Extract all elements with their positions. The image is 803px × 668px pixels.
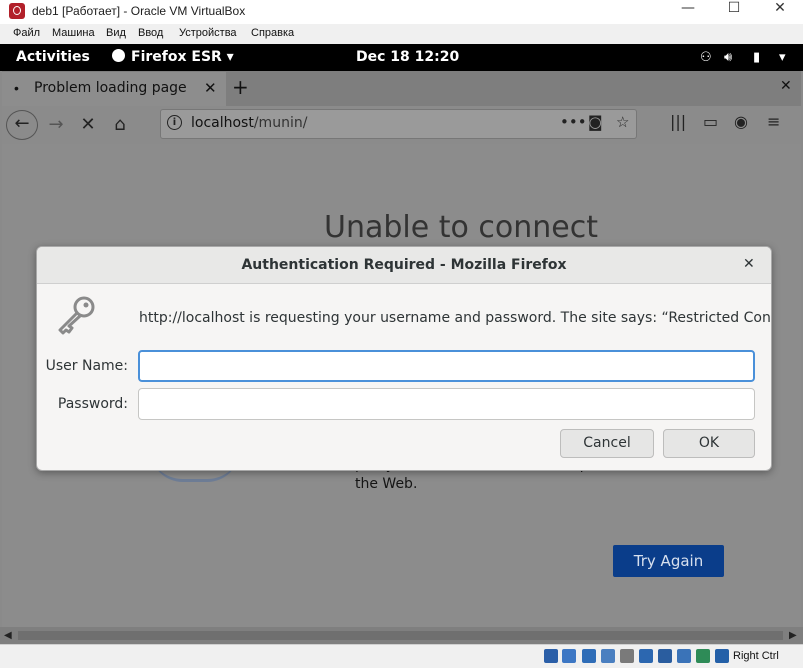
volume-icon[interactable]: 🔊︎	[724, 50, 732, 65]
new-tab-button[interactable]: +	[232, 75, 249, 99]
gnome-top-bar: Activities Firefox ESR ▾ Dec 18 12:20 ⚇ …	[0, 44, 803, 71]
accessibility-icon[interactable]: ⚇	[700, 50, 712, 65]
library-icon[interactable]: |||	[670, 112, 686, 131]
dialog-close-icon[interactable]: ✕	[743, 256, 755, 272]
maximize-button[interactable]: ☐	[711, 0, 757, 24]
virtualbox-icon	[9, 3, 25, 19]
auth-message: http://localhost is requesting your user…	[139, 310, 772, 326]
password-input[interactable]	[138, 388, 755, 420]
scroll-left-icon[interactable]: ◀	[4, 630, 12, 641]
vbox-window-title: deb1 [Работает] - Oracle VM VirtualBox	[32, 4, 246, 18]
url-path: /munin/	[253, 115, 308, 131]
back-button[interactable]: ←	[6, 110, 38, 140]
audio-icon[interactable]	[582, 649, 596, 663]
dialog-title: Authentication Required - Mozilla Firefo…	[241, 257, 567, 273]
vbox-titlebar: deb1 [Работает] - Oracle VM VirtualBox —…	[0, 0, 803, 24]
minimize-button[interactable]: —	[665, 0, 711, 24]
ok-button[interactable]: OK	[663, 429, 755, 458]
password-label: Password:	[57, 396, 128, 412]
optical-drive-icon[interactable]	[562, 649, 576, 663]
tab-label: Problem loading page	[34, 80, 187, 96]
firefox-icon	[112, 49, 125, 62]
tab-problem-loading[interactable]: • Problem loading page ✕	[2, 72, 226, 106]
username-label: User Name:	[45, 358, 128, 374]
url-text[interactable]: localhost/munin/	[191, 115, 307, 131]
url-bar[interactable]: i localhost/munin/ ••• ◙ ☆	[160, 109, 637, 139]
recording-icon[interactable]	[677, 649, 691, 663]
stop-button[interactable]: ✕	[76, 110, 100, 140]
app-menu-label: Firefox ESR	[131, 49, 222, 65]
shared-folders-icon[interactable]	[639, 649, 653, 663]
try-again-button[interactable]: Try Again	[613, 545, 724, 577]
site-info-icon[interactable]: i	[167, 115, 182, 130]
activities-button[interactable]: Activities	[16, 49, 90, 65]
tab-loading-icon: •	[14, 80, 19, 96]
menu-file[interactable]: Файл	[13, 27, 40, 39]
bookmark-star-icon[interactable]: ☆	[616, 113, 629, 131]
display-icon[interactable]	[658, 649, 672, 663]
power-menu-icon[interactable]: ▾	[779, 50, 786, 65]
auth-dialog: Authentication Required - Mozilla Firefo…	[36, 246, 772, 471]
dialog-header: Authentication Required - Mozilla Firefo…	[37, 247, 771, 284]
vbox-statusbar: Right Ctrl	[0, 644, 803, 668]
menu-help[interactable]: Справка	[251, 27, 294, 39]
home-button[interactable]: ⌂	[108, 110, 132, 140]
url-host: localhost	[191, 115, 254, 131]
hard-disk-icon[interactable]	[544, 649, 558, 663]
menu-devices[interactable]: Устройства	[179, 27, 237, 39]
dropdown-arrow-icon: ▾	[221, 49, 234, 65]
error-title: Unable to connect	[324, 210, 598, 245]
tab-close-icon[interactable]: ✕	[204, 79, 217, 97]
cancel-button[interactable]: Cancel	[560, 429, 654, 458]
host-key-label: Right Ctrl	[733, 650, 779, 662]
usb-icon[interactable]	[620, 649, 634, 663]
account-icon[interactable]: ◉	[734, 112, 748, 131]
sidebar-icon[interactable]: ▭	[703, 112, 718, 131]
horizontal-scrollbar[interactable]: ◀ ▶	[0, 627, 803, 644]
menu-machine[interactable]: Машина	[52, 27, 95, 39]
mouse-integration-icon[interactable]	[715, 649, 729, 663]
key-icon	[58, 296, 95, 335]
network-icon[interactable]	[601, 649, 615, 663]
scroll-right-icon[interactable]: ▶	[789, 630, 797, 641]
battery-icon[interactable]: ▮	[753, 50, 760, 65]
username-input[interactable]	[138, 350, 755, 382]
menu-input[interactable]: Ввод	[138, 27, 163, 39]
close-icon[interactable]: ✕	[780, 78, 792, 94]
close-window-button[interactable]: ✕	[757, 0, 803, 24]
guest-screen[interactable]: Activities Firefox ESR ▾ Dec 18 12:20 ⚇ …	[0, 44, 803, 644]
clock[interactable]: Dec 18 12:20	[356, 49, 459, 65]
scrollbar-track[interactable]	[18, 631, 783, 640]
pocket-icon[interactable]: ◙	[588, 113, 603, 131]
menu-hamburger-icon[interactable]: ≡	[767, 112, 780, 131]
page-actions-icon[interactable]: •••	[560, 113, 587, 131]
cpu-icon[interactable]	[696, 649, 710, 663]
forward-button[interactable]: →	[44, 110, 68, 140]
menu-view[interactable]: Вид	[106, 27, 126, 39]
app-menu[interactable]: Firefox ESR ▾	[112, 49, 234, 65]
